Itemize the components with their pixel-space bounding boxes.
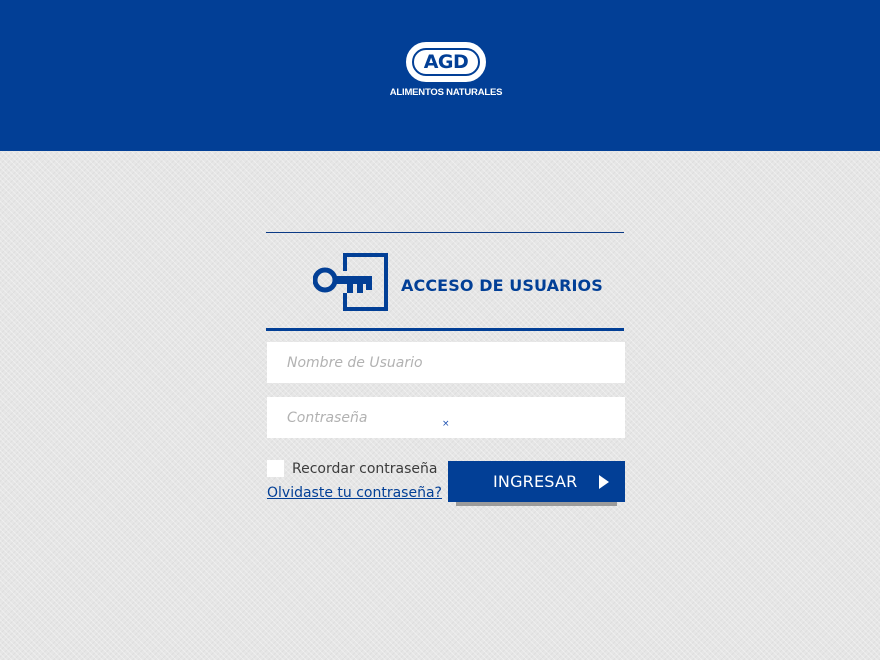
remember-password[interactable]: Recordar contraseña <box>267 460 437 477</box>
logo-badge: AGD <box>406 42 486 82</box>
agd-logo[interactable]: AGD ALIMENTOS NATURALES <box>386 42 506 100</box>
header-bar: AGD ALIMENTOS NATURALES <box>0 0 880 151</box>
logo-subtitle: ALIMENTOS NATURALES <box>389 87 503 98</box>
mouse-cursor-marker: × <box>442 419 450 429</box>
key-icon <box>313 253 388 311</box>
submit-button[interactable]: INGRESAR <box>448 461 625 502</box>
forgot-password-link[interactable]: Olvidaste tu contraseña? <box>267 485 442 501</box>
password-input[interactable] <box>267 397 625 438</box>
card-bottom-divider <box>266 328 624 331</box>
logo-text: AGD <box>412 48 480 76</box>
username-input[interactable] <box>267 342 625 383</box>
arrow-right-icon <box>599 475 609 489</box>
card-top-divider <box>266 232 624 233</box>
login-title: ACCESO DE USUARIOS <box>401 276 603 295</box>
remember-label: Recordar contraseña <box>292 460 438 477</box>
remember-checkbox[interactable] <box>267 460 284 477</box>
submit-button-label: INGRESAR <box>493 472 578 491</box>
